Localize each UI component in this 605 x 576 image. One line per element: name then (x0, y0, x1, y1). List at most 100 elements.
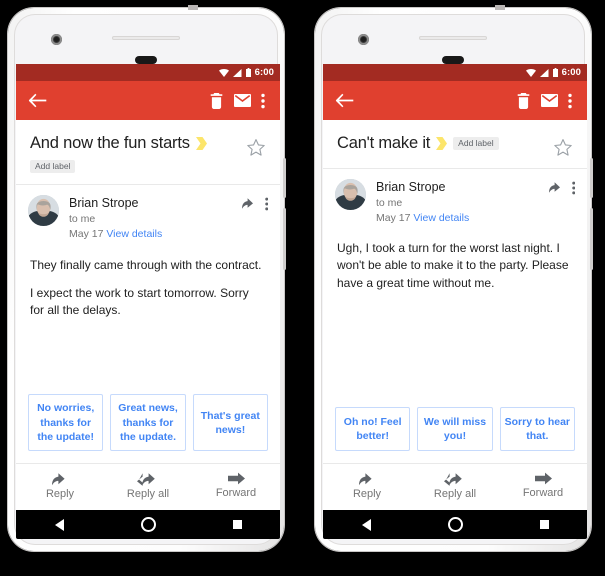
app-bar (16, 81, 280, 120)
smart-reply-chip[interactable]: That's great news! (192, 394, 268, 451)
reply-arrow-icon[interactable] (548, 181, 564, 199)
overflow-menu-icon[interactable] (562, 88, 578, 114)
nav-recents-icon[interactable] (232, 520, 242, 529)
nav-home-icon[interactable] (447, 517, 463, 532)
sender-recipient: to me (69, 213, 96, 226)
status-bar: 6:00 (323, 64, 587, 81)
message-body: They finally came through with the contr… (16, 243, 280, 395)
earpiece-grille (419, 36, 487, 40)
nav-back-icon[interactable] (361, 518, 371, 531)
volume-button[interactable] (283, 208, 286, 270)
reply-icon (51, 473, 65, 486)
add-label-chip[interactable]: Add label (30, 159, 76, 174)
status-bar: 6:00 (16, 64, 280, 81)
star-icon[interactable] (246, 138, 266, 158)
subject-block: And now the fun starts Add label (16, 120, 280, 186)
earpiece-grille (112, 36, 180, 40)
message-actions (548, 179, 576, 200)
android-nav-bar (16, 510, 280, 539)
subject-main: And now the fun starts Add label (30, 134, 240, 174)
mark-unread-icon[interactable] (229, 88, 255, 114)
forward-button[interactable]: Forward (499, 472, 587, 500)
screen-right: 6:00 Can't make it Add label Brian Strop… (323, 64, 587, 510)
reply-label: Reply (352, 488, 382, 500)
nav-back-icon[interactable] (54, 518, 64, 531)
speaker-slot (135, 56, 157, 64)
sender-name: Brian Strope (69, 196, 139, 211)
overflow-menu-icon[interactable] (255, 88, 271, 114)
sender-meta: Brian Strope to me May 17 View details (366, 179, 549, 226)
subject-block: Can't make it Add label (323, 120, 587, 169)
smart-reply-chip[interactable]: Sorry to hear that. (499, 407, 575, 451)
smart-reply-chip[interactable]: We will miss you! (417, 407, 493, 451)
sender-meta: Brian Strope to me May 17 View details (59, 195, 242, 242)
avatar-photo (28, 195, 59, 227)
reply-bar: Reply Reply all Forward (323, 463, 587, 510)
reply-all-label: Reply all (126, 488, 170, 500)
message-overflow-icon[interactable] (571, 181, 576, 200)
front-camera-icon (51, 34, 62, 45)
label-chevron-icon (436, 136, 448, 150)
signal-icon (232, 68, 242, 77)
reply-all-button[interactable]: Reply all (104, 472, 192, 500)
sender-date-row: May 17 View details (376, 211, 549, 226)
reply-button[interactable]: Reply (323, 472, 411, 500)
phone-device-right: 6:00 Can't make it Add label Brian Strop… (315, 5, 593, 551)
body-paragraph: Ugh, I took a turn for the worst last ni… (337, 241, 569, 290)
subject-row: Can't make it Add label (337, 134, 547, 153)
reply-icon (358, 473, 372, 486)
sender-block: Brian Strope to me May 17 View details (16, 185, 280, 242)
reply-label: Reply (45, 488, 75, 500)
delete-icon[interactable] (510, 88, 536, 114)
antenna-nub (495, 5, 505, 10)
smart-reply-chip[interactable]: No worries, thanks for the update! (28, 394, 104, 451)
sender-name: Brian Strope (376, 180, 446, 194)
volume-button[interactable] (590, 208, 593, 270)
back-arrow-icon[interactable] (25, 88, 49, 114)
sender-date: May 17 (376, 211, 411, 224)
forward-icon (534, 472, 552, 485)
message-overflow-icon[interactable] (264, 197, 269, 216)
reply-button[interactable]: Reply (16, 472, 104, 500)
dual-phone-mockup: 6:00 And now the fun starts Add label Br… (0, 0, 605, 576)
status-bar-clock: 6:00 (254, 66, 274, 78)
power-button[interactable] (283, 158, 286, 198)
nav-home-icon[interactable] (140, 517, 156, 532)
view-details-link[interactable]: View details (413, 212, 469, 224)
android-nav-bar (323, 510, 587, 539)
mark-unread-icon[interactable] (536, 88, 562, 114)
back-arrow-icon[interactable] (332, 88, 356, 114)
front-camera-icon (358, 34, 369, 45)
battery-icon (245, 68, 251, 77)
reply-arrow-icon[interactable] (241, 197, 257, 215)
reply-all-button[interactable]: Reply all (411, 472, 499, 500)
screen-left: 6:00 And now the fun starts Add label Br… (16, 64, 280, 510)
phone-device-left: 6:00 And now the fun starts Add label Br… (8, 5, 286, 551)
phone-slot-left: 6:00 And now the fun starts Add label Br… (0, 0, 302, 576)
reply-bar: Reply Reply all Forward (16, 463, 280, 510)
sender-recipient: to me (376, 196, 403, 209)
smart-reply-chip[interactable]: Oh no! Feel better! (335, 407, 411, 451)
power-button[interactable] (590, 158, 593, 198)
star-icon[interactable] (553, 138, 573, 158)
battery-icon (552, 68, 558, 77)
body-paragraph: They finally came through with the contr… (30, 257, 262, 272)
add-label-chip[interactable]: Add label (453, 136, 499, 151)
smart-reply-chip[interactable]: Great news, thanks for the update. (110, 394, 186, 451)
forward-label: Forward (215, 487, 257, 499)
wifi-icon (218, 68, 229, 77)
forward-label: Forward (522, 487, 564, 499)
message-actions (241, 195, 269, 216)
speaker-slot (442, 56, 464, 64)
forward-button[interactable]: Forward (192, 472, 280, 500)
view-details-link[interactable]: View details (106, 228, 162, 240)
sender-block: Brian Strope to me May 17 View details (323, 169, 587, 226)
subject-row: And now the fun starts (30, 134, 240, 153)
message-body: Ugh, I took a turn for the worst last ni… (323, 226, 587, 407)
delete-icon[interactable] (203, 88, 229, 114)
signal-icon (539, 68, 549, 77)
avatar (335, 179, 366, 210)
nav-recents-icon[interactable] (539, 520, 549, 529)
smart-reply-chips: Oh no! Feel better! We will miss you! So… (323, 407, 587, 463)
app-bar (323, 81, 587, 120)
